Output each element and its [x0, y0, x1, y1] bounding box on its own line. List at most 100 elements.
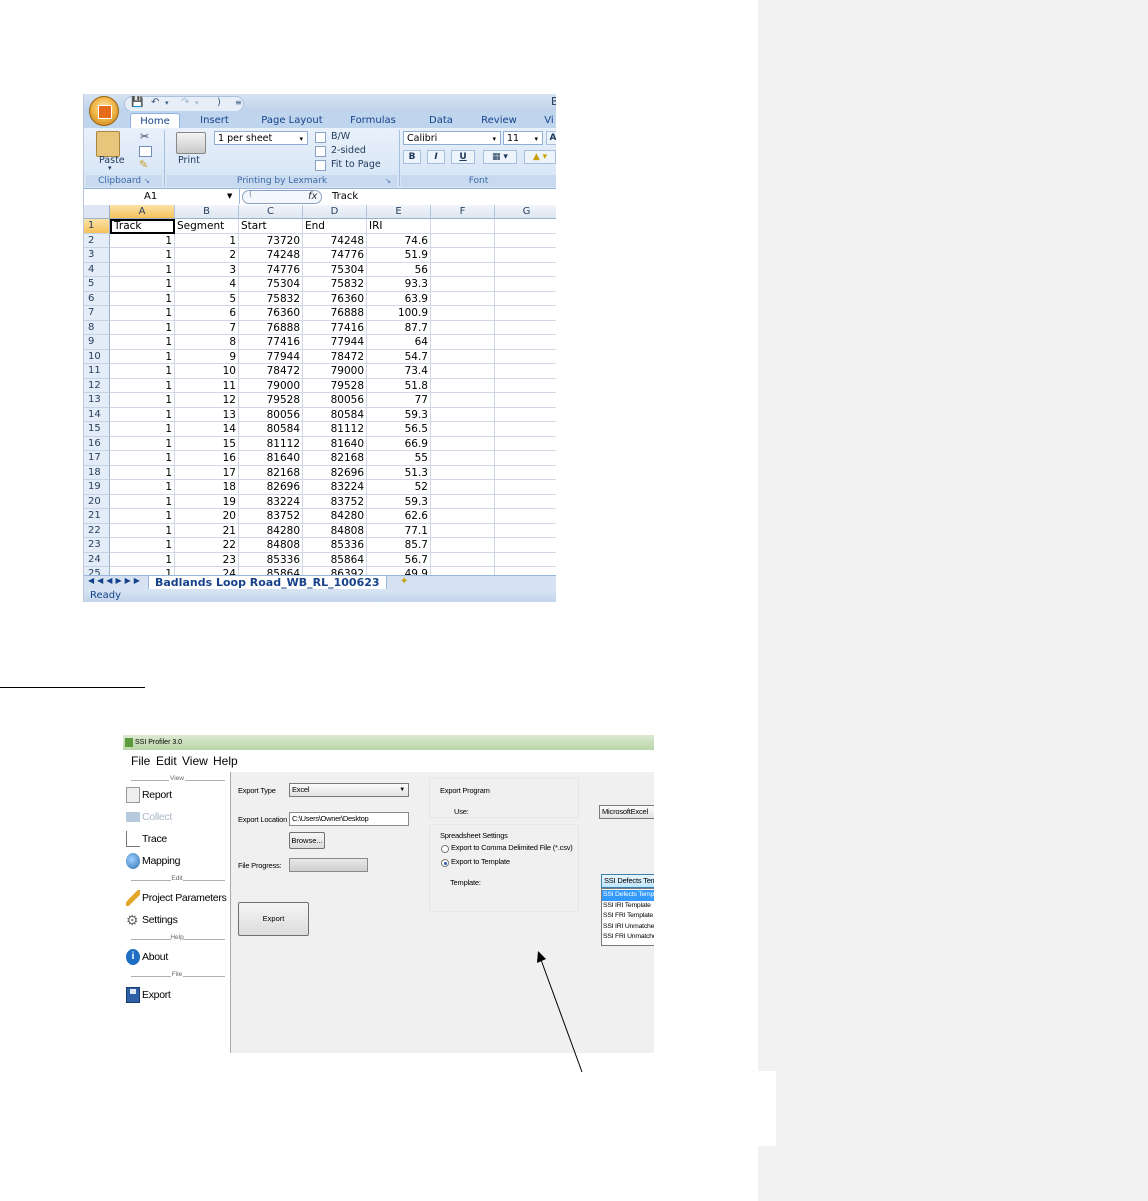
- column-header[interactable]: F: [431, 205, 495, 219]
- tab-insert[interactable]: Insert: [192, 113, 237, 128]
- cell[interactable]: 1: [110, 523, 175, 538]
- cell-header[interactable]: End: [303, 219, 367, 234]
- cell[interactable]: 19: [175, 494, 239, 509]
- row-header[interactable]: 2: [84, 233, 110, 248]
- cell[interactable]: [495, 408, 556, 422]
- cell[interactable]: [495, 292, 556, 306]
- cell[interactable]: [495, 248, 556, 263]
- cell[interactable]: [431, 248, 495, 263]
- cell[interactable]: [431, 219, 495, 234]
- cell[interactable]: 77.1: [367, 523, 431, 538]
- sidebar-item-mapping[interactable]: Mapping: [125, 852, 227, 872]
- cell-header[interactable]: IRI: [367, 219, 431, 234]
- cell[interactable]: 59.3: [367, 494, 431, 509]
- cell[interactable]: 1: [110, 422, 175, 437]
- cell[interactable]: 1: [110, 378, 175, 393]
- cell[interactable]: 78472: [239, 364, 303, 379]
- cell[interactable]: 82168: [239, 465, 303, 480]
- browse-button[interactable]: Browse...: [289, 832, 325, 849]
- cell[interactable]: [431, 480, 495, 495]
- cell[interactable]: 20: [175, 509, 239, 524]
- customize-qat-dropdown-icon[interactable]: ≡: [235, 98, 242, 107]
- cell[interactable]: 81640: [303, 436, 367, 451]
- use-program-select[interactable]: MicrosoftExcel▼: [599, 805, 654, 819]
- column-header[interactable]: D: [303, 205, 367, 219]
- row-header[interactable]: 13: [84, 393, 110, 408]
- row-header[interactable]: 22: [84, 523, 110, 538]
- undo-icon[interactable]: ↶: [151, 97, 159, 108]
- cell[interactable]: [495, 321, 556, 335]
- cell[interactable]: 1: [110, 393, 175, 408]
- cell[interactable]: 12: [175, 393, 239, 408]
- cell[interactable]: 76888: [239, 320, 303, 335]
- cut-icon[interactable]: ✂: [140, 130, 149, 143]
- sidebar-item-project-parameters[interactable]: Project Parameters: [125, 889, 227, 909]
- sidebar-item-trace[interactable]: Trace: [125, 830, 227, 850]
- cell[interactable]: 84808: [303, 523, 367, 538]
- cell[interactable]: 4: [175, 277, 239, 292]
- cell[interactable]: 1: [110, 465, 175, 480]
- csv-radio-label[interactable]: Export to Comma Delimited File (*.csv): [451, 843, 573, 852]
- sidebar-item-export[interactable]: Export: [125, 986, 227, 1006]
- cell[interactable]: 66.9: [367, 436, 431, 451]
- cell[interactable]: [431, 291, 495, 306]
- office-button[interactable]: [89, 96, 119, 126]
- cell[interactable]: [495, 509, 556, 524]
- cell[interactable]: [431, 451, 495, 466]
- cell[interactable]: 1: [110, 509, 175, 524]
- cell[interactable]: 7: [175, 320, 239, 335]
- row-header[interactable]: 24: [84, 552, 110, 567]
- row-header[interactable]: 1: [84, 219, 110, 234]
- cell[interactable]: 81640: [239, 451, 303, 466]
- cell[interactable]: 62.6: [367, 509, 431, 524]
- cell[interactable]: [495, 335, 556, 350]
- cell[interactable]: 79528: [239, 393, 303, 408]
- cell[interactable]: 56: [367, 262, 431, 277]
- cell[interactable]: 56.5: [367, 422, 431, 437]
- cell[interactable]: 77944: [303, 335, 367, 350]
- row-header[interactable]: 21: [84, 509, 110, 524]
- cell[interactable]: [431, 465, 495, 480]
- cell[interactable]: 83224: [239, 494, 303, 509]
- cell[interactable]: 74248: [303, 233, 367, 248]
- row-header[interactable]: 3: [84, 248, 110, 263]
- cell[interactable]: 80056: [303, 393, 367, 408]
- row-header[interactable]: 6: [84, 291, 110, 306]
- cell[interactable]: [431, 233, 495, 248]
- cell[interactable]: 81112: [303, 422, 367, 437]
- cell[interactable]: [431, 262, 495, 277]
- cell[interactable]: 51.9: [367, 248, 431, 263]
- cell[interactable]: 87.7: [367, 320, 431, 335]
- cell[interactable]: 1: [110, 349, 175, 364]
- cell[interactable]: 77: [367, 393, 431, 408]
- italic-icon[interactable]: I: [427, 150, 445, 164]
- cell[interactable]: 73720: [239, 233, 303, 248]
- column-header[interactable]: E: [367, 205, 431, 219]
- template-option[interactable]: SSI Defects Template: [602, 890, 654, 901]
- cell[interactable]: 82696: [239, 480, 303, 495]
- row-header[interactable]: 14: [84, 407, 110, 422]
- fill-color-icon[interactable]: ▲ ▾: [524, 150, 556, 164]
- format-painter-icon[interactable]: ✎: [139, 158, 148, 171]
- font-size-select[interactable]: 11 ▾: [503, 131, 543, 145]
- menu-edit[interactable]: Edit: [156, 754, 177, 768]
- cell[interactable]: 78472: [303, 349, 367, 364]
- cell[interactable]: 13: [175, 407, 239, 422]
- row-header[interactable]: 10: [84, 349, 110, 364]
- undo-dropdown-icon[interactable]: ▾: [165, 99, 169, 107]
- template-option[interactable]: SSI FRI Template: [602, 911, 654, 922]
- tab-data[interactable]: Data: [420, 113, 462, 128]
- row-header[interactable]: 9: [84, 335, 110, 350]
- cell[interactable]: 51.8: [367, 378, 431, 393]
- cell[interactable]: 1: [110, 320, 175, 335]
- cell[interactable]: 22: [175, 538, 239, 553]
- cell[interactable]: [495, 538, 556, 553]
- cell[interactable]: 54.7: [367, 349, 431, 364]
- cell[interactable]: 11: [175, 378, 239, 393]
- column-header[interactable]: B: [175, 205, 239, 219]
- template-select[interactable]: SSI Defects Template▼: [601, 874, 654, 888]
- cell[interactable]: 1: [110, 277, 175, 292]
- cell[interactable]: 77944: [239, 349, 303, 364]
- cell[interactable]: 83224: [303, 480, 367, 495]
- cell[interactable]: 82168: [303, 451, 367, 466]
